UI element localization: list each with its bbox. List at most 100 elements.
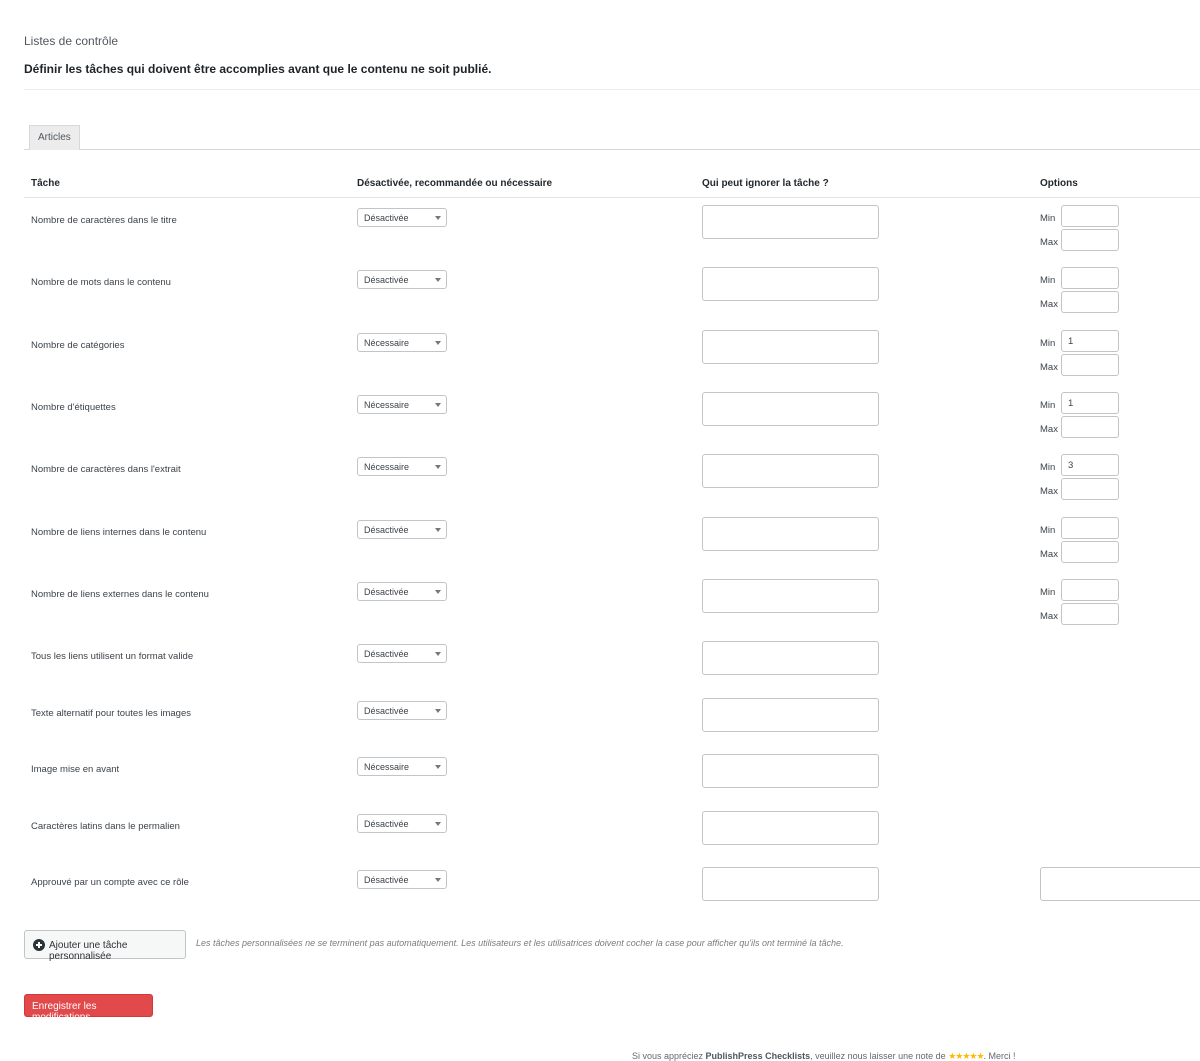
status-select[interactable]: Désactivée	[357, 582, 447, 601]
post-type-tabs: Articles	[24, 125, 1200, 150]
max-input[interactable]	[1061, 416, 1119, 438]
status-select[interactable]: Désactivée	[357, 814, 447, 833]
rating-stars-icon[interactable]: ★★★★★	[948, 1051, 984, 1061]
status-select-value: Nécessaire	[364, 762, 410, 772]
who-can-ignore-input[interactable]	[702, 811, 879, 845]
status-select[interactable]: Désactivée	[357, 270, 447, 289]
min-input[interactable]	[1061, 579, 1119, 601]
status-select[interactable]: Désactivée	[357, 870, 447, 889]
chevron-down-icon	[435, 878, 441, 882]
header-divider	[24, 89, 1200, 90]
add-custom-task-button[interactable]: Ajouter une tâche personnalisée	[24, 930, 186, 962]
task-label: Image mise en avant	[31, 764, 120, 775]
status-select-value: Désactivée	[364, 819, 409, 829]
min-input[interactable]	[1061, 517, 1119, 539]
task-label: Nombre de catégories	[31, 340, 125, 351]
save-changes-button[interactable]: Enregistrer les modifications	[24, 994, 153, 1023]
table-row: Texte alternatif pour toutes les images …	[0, 698, 1200, 758]
task-label: Nombre d'étiquettes	[31, 402, 116, 413]
status-select-value: Désactivée	[364, 649, 409, 659]
max-label: Max	[1040, 362, 1058, 373]
task-label: Approuvé par un compte avec ce rôle	[31, 877, 189, 888]
max-input[interactable]	[1061, 229, 1119, 251]
chevron-down-icon	[435, 278, 441, 282]
table-row: Tous les liens utilisent un format valid…	[0, 641, 1200, 701]
min-input[interactable]	[1061, 267, 1119, 289]
footer-product-link[interactable]: PublishPress Checklists	[706, 1051, 811, 1061]
table-row: Nombre de liens externes dans le contenu…	[0, 579, 1200, 639]
max-input[interactable]	[1061, 291, 1119, 313]
footer-suffix: . Merci !	[983, 1051, 1016, 1061]
tab-articles[interactable]: Articles	[29, 125, 80, 150]
min-input[interactable]: 1	[1061, 392, 1119, 414]
table-header-divider	[24, 197, 1200, 198]
footer-middle: , veuillez nous laisser une note de	[810, 1051, 949, 1061]
table-row: Approuvé par un compte avec ce rôle Désa…	[0, 867, 1200, 927]
status-select-value: Nécessaire	[364, 338, 410, 348]
task-label: Nombre de mots dans le contenu	[31, 277, 171, 288]
min-label: Min	[1040, 338, 1056, 349]
who-can-ignore-input[interactable]	[702, 267, 879, 301]
who-can-ignore-input[interactable]	[702, 867, 879, 901]
min-input[interactable]: 3	[1061, 454, 1119, 476]
min-label: Min	[1040, 525, 1056, 536]
chevron-down-icon	[435, 216, 441, 220]
table-row: Nombre de caractères dans l'extrait Néce…	[0, 454, 1200, 514]
role-select-input[interactable]	[1040, 867, 1200, 901]
task-label: Texte alternatif pour toutes les images	[31, 708, 192, 719]
chevron-down-icon	[435, 403, 441, 407]
task-label: Nombre de caractères dans le titre	[31, 215, 177, 226]
chevron-down-icon	[435, 709, 441, 713]
who-can-ignore-input[interactable]	[702, 579, 879, 613]
who-can-ignore-input[interactable]	[702, 517, 879, 551]
status-select[interactable]: Nécessaire	[357, 333, 447, 352]
max-input[interactable]	[1061, 541, 1119, 563]
who-can-ignore-input[interactable]	[702, 454, 879, 488]
status-select-value: Désactivée	[364, 875, 409, 885]
table-row: Caractères latins dans le permalien Désa…	[0, 811, 1200, 871]
max-label: Max	[1040, 424, 1058, 435]
column-header-who: Qui peut ignorer la tâche ?	[702, 178, 829, 189]
table-row: Nombre de mots dans le contenu Désactivé…	[0, 267, 1200, 327]
status-select[interactable]: Nécessaire	[357, 757, 447, 776]
status-select[interactable]: Nécessaire	[357, 457, 447, 476]
max-label: Max	[1040, 486, 1058, 497]
chevron-down-icon	[435, 465, 441, 469]
table-row: Nombre de catégories Nécessaire Min 1 Ma…	[0, 330, 1200, 390]
plus-circle-icon	[33, 939, 45, 951]
chevron-down-icon	[435, 822, 441, 826]
min-input[interactable]	[1061, 205, 1119, 227]
status-select[interactable]: Désactivée	[357, 208, 447, 227]
footer-rating-note: Si vous appréciez PublishPress Checklist…	[632, 1051, 1016, 1061]
footer-prefix: Si vous appréciez	[632, 1051, 706, 1061]
status-select-value: Désactivée	[364, 525, 409, 535]
status-select-value: Désactivée	[364, 587, 409, 597]
max-input[interactable]	[1061, 603, 1119, 625]
max-label: Max	[1040, 549, 1058, 560]
column-header-task: Tâche	[31, 178, 60, 189]
who-can-ignore-input[interactable]	[702, 698, 879, 732]
min-input[interactable]: 1	[1061, 330, 1119, 352]
status-select-value: Désactivée	[364, 213, 409, 223]
chevron-down-icon	[435, 590, 441, 594]
max-input[interactable]	[1061, 478, 1119, 500]
status-select[interactable]: Désactivée	[357, 520, 447, 539]
status-select[interactable]: Désactivée	[357, 644, 447, 663]
status-select[interactable]: Nécessaire	[357, 395, 447, 414]
max-input[interactable]	[1061, 354, 1119, 376]
who-can-ignore-input[interactable]	[702, 392, 879, 426]
who-can-ignore-input[interactable]	[702, 641, 879, 675]
min-label: Min	[1040, 462, 1056, 473]
who-can-ignore-input[interactable]	[702, 754, 879, 788]
who-can-ignore-input[interactable]	[702, 330, 879, 364]
table-row: Image mise en avant Nécessaire	[0, 754, 1200, 814]
status-select-value: Désactivée	[364, 706, 409, 716]
status-select[interactable]: Désactivée	[357, 701, 447, 720]
chevron-down-icon	[435, 765, 441, 769]
checklists-settings-page: Listes de contrôle Définir les tâches qu…	[0, 0, 1200, 1061]
min-label: Min	[1040, 213, 1056, 224]
who-can-ignore-input[interactable]	[702, 205, 879, 239]
task-label: Tous les liens utilisent un format valid…	[31, 651, 194, 662]
chevron-down-icon	[435, 341, 441, 345]
status-select-value: Désactivée	[364, 275, 409, 285]
